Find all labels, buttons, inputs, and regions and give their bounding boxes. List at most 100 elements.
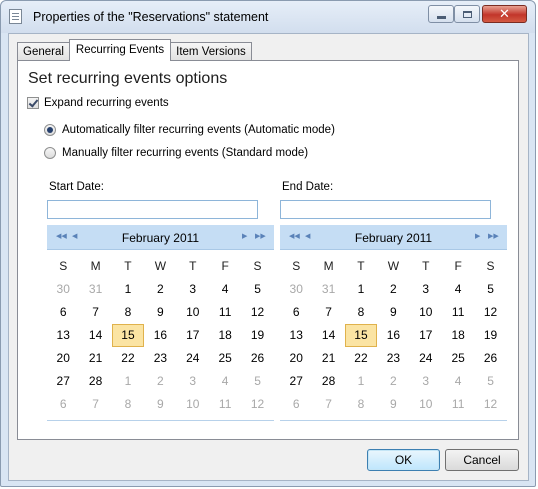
calendar-day[interactable]: 16: [144, 324, 176, 347]
calendar-day[interactable]: 11: [442, 301, 474, 324]
calendar-day[interactable]: 12: [241, 301, 273, 324]
calendar-day[interactable]: 3: [177, 278, 209, 301]
tab-recurring-events[interactable]: Recurring Events: [68, 39, 172, 61]
calendar-day[interactable]: 9: [144, 393, 176, 416]
last-page-icon[interactable]: ▶▶: [488, 233, 499, 240]
calendar-day[interactable]: 3: [410, 278, 442, 301]
calendar-day[interactable]: 8: [345, 301, 377, 324]
calendar-day[interactable]: 23: [144, 347, 176, 370]
calendar-day[interactable]: 5: [241, 278, 273, 301]
calendar-day[interactable]: 25: [442, 347, 474, 370]
calendar-day[interactable]: 1: [112, 370, 144, 393]
calendar-day[interactable]: 23: [377, 347, 409, 370]
maximize-button[interactable]: [454, 5, 480, 23]
cancel-button[interactable]: Cancel: [445, 449, 519, 471]
calendar-day[interactable]: 24: [410, 347, 442, 370]
calendar-day[interactable]: 4: [209, 370, 241, 393]
calendar-day[interactable]: 14: [79, 324, 111, 347]
calendar-day[interactable]: 5: [474, 278, 506, 301]
calendar-day[interactable]: 28: [312, 370, 344, 393]
calendar-day[interactable]: 18: [442, 324, 474, 347]
calendar-day[interactable]: 31: [312, 278, 344, 301]
close-button[interactable]: ✕: [482, 5, 527, 23]
calendar-day[interactable]: 22: [345, 347, 377, 370]
calendar-day[interactable]: 1: [112, 278, 144, 301]
calendar-day[interactable]: 9: [144, 301, 176, 324]
calendar-day[interactable]: 6: [47, 301, 79, 324]
calendar-day[interactable]: 20: [47, 347, 79, 370]
automatic-mode-label[interactable]: Automatically filter recurring events (A…: [62, 124, 335, 136]
calendar-day[interactable]: 5: [474, 370, 506, 393]
calendar-day[interactable]: 9: [377, 393, 409, 416]
calendar-day[interactable]: 26: [474, 347, 506, 370]
calendar-day[interactable]: 2: [144, 370, 176, 393]
standard-mode-radio[interactable]: [44, 147, 56, 159]
calendar-day[interactable]: 24: [177, 347, 209, 370]
calendar-day[interactable]: 3: [177, 370, 209, 393]
calendar-day[interactable]: 10: [177, 393, 209, 416]
expand-recurring-checkbox-row[interactable]: Expand recurring events: [27, 97, 169, 109]
calendar-day-today[interactable]: 15: [344, 324, 378, 347]
calendar-day[interactable]: 30: [280, 278, 312, 301]
calendar-day[interactable]: 10: [410, 393, 442, 416]
calendar-day[interactable]: 27: [47, 370, 79, 393]
calendar-day[interactable]: 2: [377, 370, 409, 393]
next-month-icon[interactable]: ▶: [242, 233, 247, 240]
next-month-icon[interactable]: ▶: [475, 233, 480, 240]
calendar-day[interactable]: 1: [345, 370, 377, 393]
calendar-day[interactable]: 25: [209, 347, 241, 370]
calendar-day[interactable]: 8: [112, 301, 144, 324]
calendar-day[interactable]: 27: [280, 370, 312, 393]
minimize-button[interactable]: [428, 5, 454, 23]
calendar-day[interactable]: 12: [474, 301, 506, 324]
calendar-day[interactable]: 21: [79, 347, 111, 370]
calendar-day[interactable]: 10: [410, 301, 442, 324]
ok-button[interactable]: OK: [367, 449, 440, 471]
calendar-day[interactable]: 9: [377, 301, 409, 324]
calendar-day[interactable]: 22: [112, 347, 144, 370]
calendar-day[interactable]: 28: [79, 370, 111, 393]
calendar-day[interactable]: 4: [209, 278, 241, 301]
end-date-input[interactable]: [280, 200, 491, 219]
calendar-month-title[interactable]: February 2011: [47, 231, 274, 245]
calendar-day[interactable]: 26: [241, 347, 273, 370]
calendar-day[interactable]: 18: [209, 324, 241, 347]
automatic-mode-radio-row[interactable]: Automatically filter recurring events (A…: [44, 124, 335, 136]
calendar-day[interactable]: 7: [79, 301, 111, 324]
calendar-day[interactable]: 17: [177, 324, 209, 347]
calendar-day[interactable]: 8: [345, 393, 377, 416]
calendar-day[interactable]: 1: [345, 278, 377, 301]
calendar-day[interactable]: 19: [474, 324, 506, 347]
calendar-day[interactable]: 11: [442, 393, 474, 416]
last-page-icon[interactable]: ▶▶: [255, 233, 266, 240]
calendar-day[interactable]: 4: [442, 370, 474, 393]
calendar-day[interactable]: 12: [474, 393, 506, 416]
calendar-day[interactable]: 13: [47, 324, 79, 347]
calendar-day[interactable]: 4: [442, 278, 474, 301]
calendar-day[interactable]: 11: [209, 301, 241, 324]
automatic-mode-radio[interactable]: [44, 124, 56, 136]
calendar-day[interactable]: 6: [47, 393, 79, 416]
calendar-day[interactable]: 21: [312, 347, 344, 370]
calendar-day[interactable]: 7: [79, 393, 111, 416]
calendar-day[interactable]: 17: [410, 324, 442, 347]
expand-recurring-label[interactable]: Expand recurring events: [44, 97, 169, 109]
calendar-day[interactable]: 10: [177, 301, 209, 324]
calendar-day[interactable]: 2: [377, 278, 409, 301]
calendar-day[interactable]: 30: [47, 278, 79, 301]
calendar-day[interactable]: 12: [241, 393, 273, 416]
standard-mode-label[interactable]: Manually filter recurring events (Standa…: [62, 147, 308, 159]
calendar-day[interactable]: 16: [377, 324, 409, 347]
tab-general[interactable]: General: [17, 42, 70, 61]
calendar-month-title[interactable]: February 2011: [280, 231, 507, 245]
calendar-day[interactable]: 7: [312, 393, 344, 416]
calendar-day[interactable]: 13: [280, 324, 312, 347]
calendar-day[interactable]: 11: [209, 393, 241, 416]
calendar-day[interactable]: 6: [280, 301, 312, 324]
calendar-day[interactable]: 20: [280, 347, 312, 370]
calendar-day[interactable]: 6: [280, 393, 312, 416]
title-bar[interactable]: Properties of the "Reservations" stateme…: [1, 1, 535, 33]
expand-recurring-checkbox[interactable]: [27, 97, 39, 109]
calendar-day-today[interactable]: 15: [111, 324, 145, 347]
calendar-day[interactable]: 8: [112, 393, 144, 416]
